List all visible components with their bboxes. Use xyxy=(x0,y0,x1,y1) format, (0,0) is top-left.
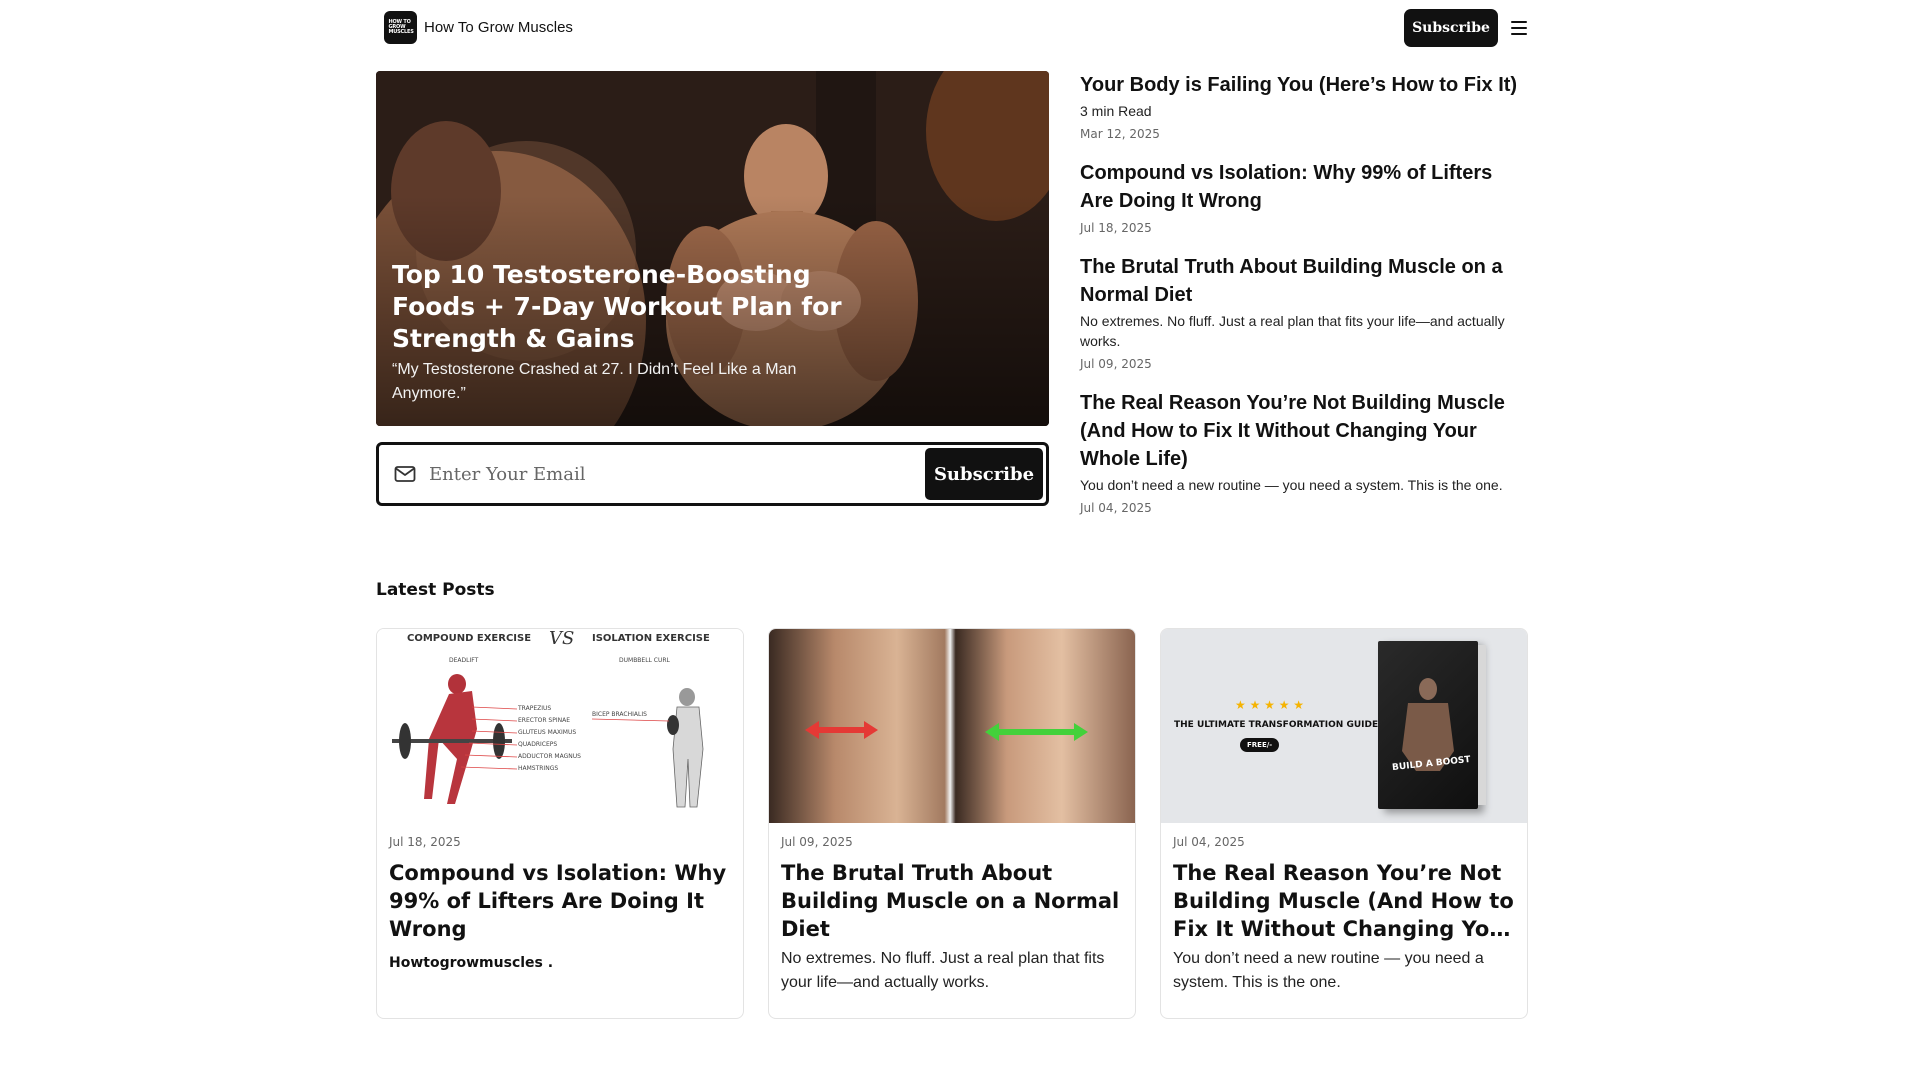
featured-item-title[interactable]: The Brutal Truth About Building Muscle o… xyxy=(1080,253,1530,309)
featured-item-date: Jul 18, 2025 xyxy=(1080,221,1152,235)
featured-item-title[interactable]: Your Body is Failing You (Here’s How to … xyxy=(1080,71,1530,99)
post-card-body: Jul 09, 2025 The Brutal Truth About Buil… xyxy=(769,823,1135,995)
muscle-label: TRAPEZIUS xyxy=(518,705,552,712)
hero-text: Top 10 Testosterone-Boosting Foods + 7-D… xyxy=(392,259,872,406)
post-card-date: Jul 04, 2025 xyxy=(1173,835,1245,849)
featured-item[interactable]: The Brutal Truth About Building Muscle o… xyxy=(1080,253,1530,371)
hero-subtitle: “My Testosterone Crashed at 27. I Didn’t… xyxy=(392,361,797,402)
featured-item-desc: No extremes. No fluff. Just a real plan … xyxy=(1080,313,1505,349)
post-card-image: COMPOUND EXERCISE VS ISOLATION EXERCISE … xyxy=(377,629,743,823)
post-card-excerpt: You don’t need a new routine — you need … xyxy=(1173,950,1484,991)
featured-item-date: Jul 09, 2025 xyxy=(1080,357,1152,371)
hero-title[interactable]: Top 10 Testosterone-Boosting Foods + 7-D… xyxy=(392,259,872,355)
featured-item-title[interactable]: The Real Reason You’re Not Building Musc… xyxy=(1080,389,1530,473)
post-card-title[interactable]: The Brutal Truth About Building Muscle o… xyxy=(781,859,1123,943)
latest-posts-grid: COMPOUND EXERCISE VS ISOLATION EXERCISE … xyxy=(376,628,1530,1019)
ebook-pages xyxy=(1478,645,1486,805)
featured-item-read-time: 3 min Read xyxy=(1080,103,1152,119)
mail-icon xyxy=(394,466,416,482)
post-card-date: Jul 18, 2025 xyxy=(389,835,461,849)
muscle-label: BICEP BRACHIALIS xyxy=(592,711,647,718)
header-subscribe-button[interactable]: Subscribe xyxy=(1404,8,1498,47)
muscle-label: HAMSTRINGS xyxy=(518,765,559,772)
email-input[interactable] xyxy=(429,454,925,494)
featured-item-desc: You don’t need a new routine — you need … xyxy=(1080,477,1503,493)
post-card[interactable]: ★ ★ ★ ★ ★ THE ULTIMATE TRANSFORMATION GU… xyxy=(1160,628,1528,1019)
featured-post-list: Your Body is Failing You (Here’s How to … xyxy=(1080,71,1530,515)
green-double-arrow-icon xyxy=(985,723,1088,741)
arm-comparison-graphic xyxy=(805,721,1088,741)
newsletter-subscribe-button[interactable]: Subscribe xyxy=(925,448,1043,500)
muscle-label: GLUTEUS MAXIMUS xyxy=(518,729,577,736)
site-name-link[interactable]: How To Grow Muscles xyxy=(424,19,573,36)
site-logo[interactable]: HOW TO GROW MUSCLES xyxy=(384,11,417,44)
featured-item[interactable]: The Real Reason You’re Not Building Musc… xyxy=(1080,389,1530,515)
featured-item[interactable]: Compound vs Isolation: Why 99% of Lifter… xyxy=(1080,159,1530,235)
ebook-cover: BUILD A BOOST xyxy=(1378,641,1486,809)
featured-item[interactable]: Your Body is Failing You (Here’s How to … xyxy=(1080,71,1530,141)
red-double-arrow-icon xyxy=(805,721,878,739)
post-card-title[interactable]: The Real Reason You’re Not Building Musc… xyxy=(1173,859,1515,943)
header-actions: Subscribe xyxy=(1404,8,1530,47)
hero-featured-post[interactable]: Top 10 Testosterone-Boosting Foods + 7-D… xyxy=(376,71,1049,426)
featured-item-title[interactable]: Compound vs Isolation: Why 99% of Lifter… xyxy=(1080,159,1530,215)
latest-posts-heading: Latest Posts xyxy=(376,580,495,600)
site-header: HOW TO GROW MUSCLES How To Grow Muscles … xyxy=(384,0,1530,55)
hamburger-menu-icon[interactable] xyxy=(1508,17,1530,39)
guide-title: THE ULTIMATE TRANSFORMATION GUIDE xyxy=(1174,720,1379,730)
muscle-diagram xyxy=(392,674,704,808)
post-card-body: Jul 18, 2025 Compound vs Isolation: Why … xyxy=(377,823,743,971)
rating-stars-icon: ★ ★ ★ ★ ★ xyxy=(1235,698,1305,712)
post-card-date: Jul 09, 2025 xyxy=(781,835,853,849)
featured-item-date: Mar 12, 2025 xyxy=(1080,127,1160,141)
muscle-label: ADDUCTOR MAGNUS xyxy=(518,753,581,760)
muscle-label: ERECTOR SPINAE xyxy=(518,717,570,724)
newsletter-form: Subscribe xyxy=(376,442,1049,506)
post-card[interactable]: COMPOUND EXERCISE VS ISOLATION EXERCISE … xyxy=(376,628,744,1019)
muscle-label: QUADRICEPS xyxy=(518,741,558,748)
free-badge: FREE/- xyxy=(1240,738,1280,752)
post-card[interactable]: Jul 09, 2025 The Brutal Truth About Buil… xyxy=(768,628,1136,1019)
post-card-image xyxy=(769,629,1135,823)
post-card-body: Jul 04, 2025 The Real Reason You’re Not … xyxy=(1161,823,1527,995)
post-card-title[interactable]: Compound vs Isolation: Why 99% of Lifter… xyxy=(389,859,731,943)
post-card-author[interactable]: Howtogrowmuscles . xyxy=(389,955,731,971)
post-card-excerpt: No extremes. No fluff. Just a real plan … xyxy=(781,950,1105,991)
logo-text: HOW TO GROW MUSCLES xyxy=(388,19,414,35)
featured-item-date: Jul 04, 2025 xyxy=(1080,501,1152,515)
post-card-image: ★ ★ ★ ★ ★ THE ULTIMATE TRANSFORMATION GU… xyxy=(1161,629,1527,823)
